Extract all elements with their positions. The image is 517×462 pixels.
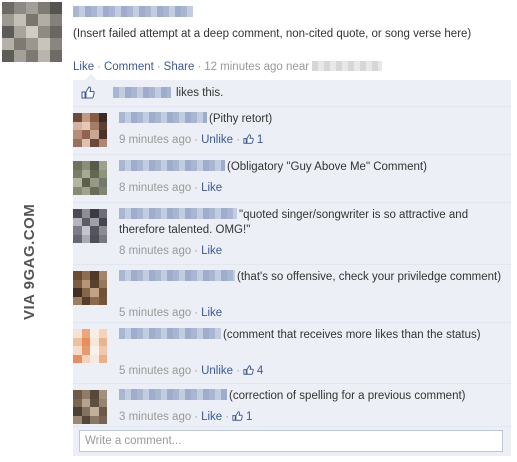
comment-meta: 5 minutes ago · Unlike · 4 <box>119 365 264 377</box>
post-location[interactable] <box>312 61 383 71</box>
comment-text: (Pithy retort) <box>209 113 273 125</box>
comment-timestamp: 9 minutes ago <box>119 134 192 146</box>
commenter-name[interactable] <box>119 208 237 219</box>
unlike-link[interactable]: Unlike <box>201 365 233 377</box>
comment-text: (comment that receives more likes than t… <box>223 329 481 341</box>
commenter-avatar[interactable] <box>73 209 107 243</box>
commenter-avatar[interactable] <box>73 161 107 195</box>
commenter-avatar[interactable] <box>73 329 107 363</box>
comment-meta: 8 minutes ago · Like <box>119 245 223 257</box>
post-author-name[interactable] <box>73 6 193 17</box>
comment-like-count[interactable]: 4 <box>243 365 263 377</box>
svg-text:VIA 9GAG.COM: VIA 9GAG.COM <box>21 204 38 320</box>
like-link[interactable]: Like <box>201 411 222 423</box>
comment-meta: 8 minutes ago · Like <box>119 182 223 194</box>
commenter-avatar[interactable] <box>73 113 107 147</box>
post-share-link[interactable]: Share <box>164 61 195 73</box>
comment-row: "quoted singer/songwriter is so attracti… <box>73 202 511 264</box>
comment-body: "quoted singer/songwriter is so attracti… <box>119 208 505 238</box>
commenter-name[interactable] <box>119 160 225 171</box>
thumbs-up-icon <box>232 411 243 421</box>
9gag-watermark: VIA 9GAG.COM <box>21 204 38 320</box>
comment-row: (correction of spelling for a previous c… <box>73 383 511 426</box>
thumbs-up-icon <box>81 86 95 99</box>
unlike-link[interactable]: Unlike <box>201 134 233 146</box>
like-link[interactable]: Like <box>201 182 222 194</box>
comment-body: (Pithy retort) <box>119 112 505 127</box>
post-location-label: near <box>286 61 310 73</box>
post-author-avatar[interactable] <box>2 2 62 62</box>
commenter-name[interactable] <box>119 389 227 400</box>
comment-body: (Obligatory "Guy Above Me" Comment) <box>119 160 505 175</box>
comment-row: (that's so offensive, check your privile… <box>73 264 511 322</box>
post-like-link[interactable]: Like <box>73 61 94 73</box>
commenter-name[interactable] <box>119 328 221 339</box>
thumbs-up-icon <box>243 134 254 144</box>
like-link[interactable]: Like <box>201 245 222 257</box>
comment-timestamp: 5 minutes ago <box>119 365 192 377</box>
comment-text: (that's so offensive, check your privile… <box>237 271 502 283</box>
comment-meta: 5 minutes ago · Like <box>119 307 223 319</box>
comment-meta: 3 minutes ago · Like · 1 <box>119 411 253 423</box>
comment-timestamp: 8 minutes ago <box>119 182 192 194</box>
like-link[interactable]: Like <box>201 307 222 319</box>
comment-timestamp: 8 minutes ago <box>119 245 192 257</box>
comment-row: (comment that receives more likes than t… <box>73 322 511 383</box>
comment-body: (that's so offensive, check your privile… <box>119 270 505 285</box>
comment-text: (Obligatory "Guy Above Me" Comment) <box>227 161 427 173</box>
post-meta: Like · Comment · Share · 12 minutes ago near <box>73 61 383 73</box>
comment-row: (Obligatory "Guy Above Me" Comment) 8 min… <box>73 154 511 202</box>
comment-meta: 9 minutes ago · Unlike · 1 <box>119 134 264 146</box>
post-timestamp: 12 minutes ago <box>204 61 283 73</box>
comment-body: (correction of spelling for a previous c… <box>119 389 505 404</box>
write-comment-input[interactable]: Write a comment... <box>79 430 503 452</box>
comment-timestamp: 3 minutes ago <box>119 411 192 423</box>
post-text: (Insert failed attempt at a deep comment… <box>73 28 472 40</box>
commenter-name[interactable] <box>119 270 235 281</box>
comment-timestamp: 5 minutes ago <box>119 307 192 319</box>
write-comment-row: Write a comment... <box>73 426 511 456</box>
likes-row: likes this. <box>73 80 511 106</box>
thumbs-up-icon <box>243 365 254 375</box>
comments-panel: likes this. (Pithy retort) 9 minutes ago ·… <box>73 74 511 456</box>
commenter-avatar[interactable] <box>73 390 107 424</box>
commenter-avatar[interactable] <box>73 271 107 305</box>
post-comment-link[interactable]: Comment <box>104 61 154 73</box>
comment-body: (comment that receives more likes than t… <box>119 328 505 343</box>
comment-like-count[interactable]: 1 <box>232 411 252 423</box>
comment-like-count[interactable]: 1 <box>243 134 263 146</box>
commenter-name[interactable] <box>119 112 207 123</box>
likes-text: likes this. <box>176 87 224 99</box>
comment-text: (correction of spelling for a previous c… <box>229 390 466 402</box>
comment-row: (Pithy retort) 9 minutes ago · Unlike · 1 <box>73 106 511 154</box>
liker-name[interactable] <box>113 87 171 98</box>
